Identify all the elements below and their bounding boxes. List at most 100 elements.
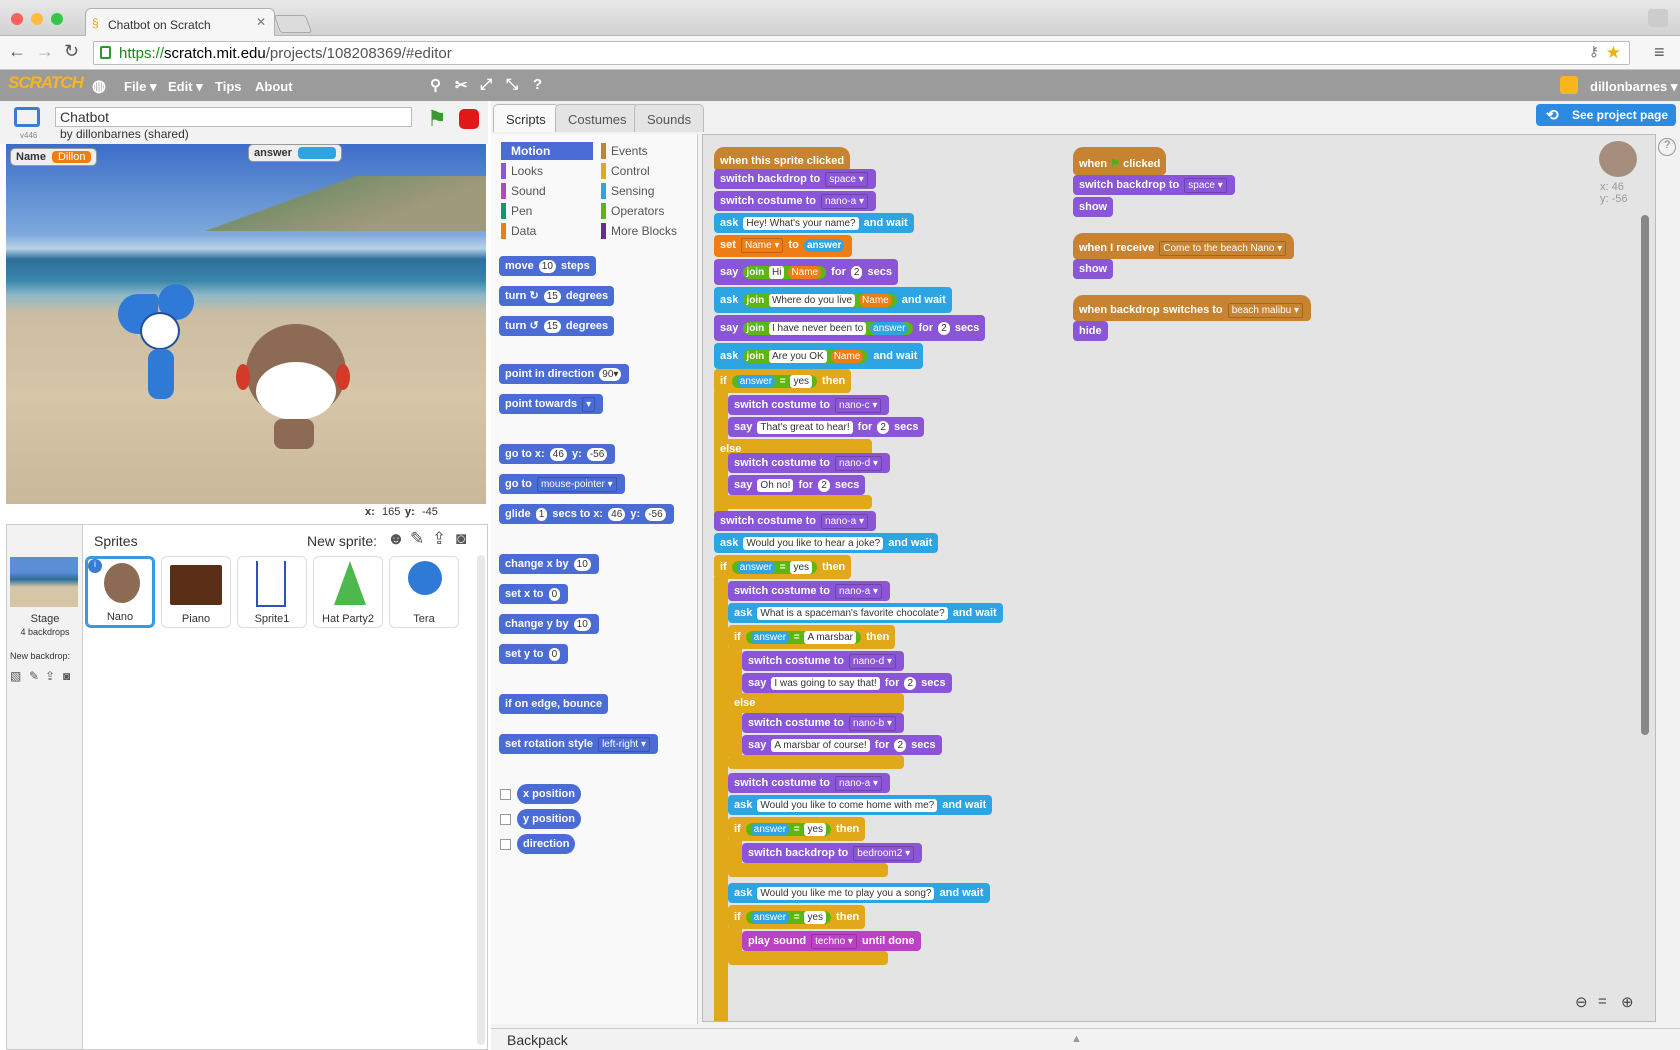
- tips-menu[interactable]: Tips: [215, 79, 242, 94]
- block-ask[interactable]: ask What is a spaceman's favorite chocol…: [728, 603, 1003, 623]
- close-tab-icon[interactable]: ✕: [256, 15, 266, 29]
- about-menu[interactable]: About: [255, 79, 293, 94]
- cut-icon[interactable]: ✂: [455, 76, 468, 94]
- block-say-join[interactable]: say join Hi Name for 2 secs: [714, 259, 898, 285]
- block-switch-backdrop[interactable]: switch backdrop to space ▾: [714, 169, 876, 189]
- block-switch-costume[interactable]: switch costume to nano-a ▾: [714, 191, 876, 211]
- paint-backdrop-icon[interactable]: ✎: [29, 669, 39, 683]
- key-icon[interactable]: ⚷: [1589, 43, 1599, 60]
- category-more-blocks[interactable]: More Blocks: [601, 222, 693, 240]
- block-set-x[interactable]: set x to 0: [499, 584, 569, 604]
- project-title-input[interactable]: Chatbot: [55, 107, 412, 127]
- camera-sprite-icon[interactable]: ◙: [456, 529, 466, 549]
- forward-icon[interactable]: →: [36, 41, 54, 62]
- block-play-sound[interactable]: play sound techno ▾ until done: [742, 931, 921, 951]
- backdrop-library-icon[interactable]: ▧: [10, 669, 21, 683]
- stage-thumbnail[interactable]: [10, 557, 78, 607]
- zoom-reset-icon[interactable]: =: [1598, 993, 1607, 1010]
- script-canvas[interactable]: when this sprite clicked switch backdrop…: [702, 134, 1656, 1022]
- block-turn-left[interactable]: turn ↺ 15 degrees: [499, 316, 615, 336]
- block-set-y[interactable]: set y to 0: [499, 644, 569, 664]
- category-sound[interactable]: Sound: [501, 182, 593, 200]
- category-events[interactable]: Events: [601, 142, 693, 160]
- block-hide[interactable]: hide: [1073, 321, 1108, 341]
- scratch-logo[interactable]: SCRATCH: [8, 73, 84, 93]
- canvas-scrollbar[interactable]: [1641, 215, 1649, 735]
- reload-icon[interactable]: ↻: [64, 41, 79, 62]
- sprite-tile-nano[interactable]: i Nano: [85, 556, 155, 628]
- block-switch-costume[interactable]: switch costume to nano-b ▾: [742, 713, 904, 733]
- block-bounce[interactable]: if on edge, bounce: [499, 694, 609, 714]
- block-switch-costume[interactable]: switch costume to nano-a ▾: [714, 511, 876, 531]
- backpack[interactable]: Backpack ▲: [491, 1028, 1680, 1050]
- camera-backdrop-icon[interactable]: ◙: [63, 669, 70, 683]
- browser-tab[interactable]: § Chatbot on Scratch ✕: [85, 8, 275, 37]
- info-icon[interactable]: i: [88, 559, 102, 573]
- category-sensing[interactable]: Sensing: [601, 182, 693, 200]
- hat-when-sprite-clicked[interactable]: when this sprite clicked: [714, 147, 851, 171]
- category-data[interactable]: Data: [501, 222, 593, 240]
- block-if[interactable]: if answer = yes then: [728, 817, 866, 841]
- block-if[interactable]: if answer = yes then: [714, 555, 852, 579]
- block-switch-backdrop[interactable]: switch backdrop to bedroom2 ▾: [742, 843, 923, 863]
- block-say[interactable]: say Oh no! for 2 secs: [728, 475, 866, 495]
- profile-icon[interactable]: [1648, 9, 1668, 27]
- block-if[interactable]: if answer = yes then: [728, 905, 866, 929]
- upload-backdrop-icon[interactable]: ⇪: [45, 669, 55, 683]
- tab-sounds[interactable]: Sounds: [634, 104, 705, 132]
- zoom-in-icon[interactable]: ⊕: [1621, 993, 1634, 1011]
- backpack-expand-icon[interactable]: ▲: [1071, 1033, 1082, 1045]
- hat-when-flag-clicked[interactable]: when ⚑ clicked: [1073, 147, 1167, 175]
- block-say[interactable]: say A marsbar of course! for 2 secs: [742, 735, 942, 755]
- checkbox-x-position[interactable]: [500, 789, 511, 800]
- duplicate-icon[interactable]: ⚲: [430, 76, 441, 94]
- sprite-tile-tera[interactable]: Tera: [389, 556, 459, 628]
- sprite-library-icon[interactable]: ☻: [387, 529, 405, 549]
- block-show[interactable]: show: [1073, 197, 1114, 217]
- block-if-else[interactable]: if answer = yes then: [714, 369, 852, 393]
- tera-sprite[interactable]: [118, 284, 198, 399]
- block-rotation-style[interactable]: set rotation style left-right ▾: [499, 734, 658, 754]
- block-ask[interactable]: ask Would you like to hear a joke? and w…: [714, 533, 939, 553]
- checkbox-y-position[interactable]: [500, 814, 511, 825]
- sprite-tile-sprite1[interactable]: Sprite1: [237, 556, 307, 628]
- block-change-y[interactable]: change y by 10: [499, 614, 599, 634]
- nano-sprite[interactable]: [236, 324, 350, 449]
- tab-scripts[interactable]: Scripts: [493, 104, 559, 132]
- edit-menu[interactable]: Edit ▾: [168, 79, 203, 95]
- hat-when-i-receive[interactable]: when I receive Come to the beach Nano ▾: [1073, 233, 1295, 259]
- category-operators[interactable]: Operators: [601, 202, 693, 220]
- block-change-x[interactable]: change x by 10: [499, 554, 599, 574]
- block-switch-costume[interactable]: switch costume to nano-c ▾: [728, 395, 890, 415]
- shrink-icon[interactable]: ⤡: [506, 76, 518, 93]
- block-go-to-xy[interactable]: go to x: 46 y: -56: [499, 444, 616, 464]
- checkbox-direction[interactable]: [500, 839, 511, 850]
- upload-sprite-icon[interactable]: ⇪: [432, 529, 446, 549]
- paint-sprite-icon[interactable]: ✎: [410, 529, 424, 549]
- block-switch-costume[interactable]: switch costume to nano-d ▾: [728, 453, 890, 473]
- url-input[interactable]: https://scratch.mit.edu/projects/1082083…: [93, 41, 1630, 65]
- user-avatar[interactable]: [1560, 76, 1578, 94]
- block-say[interactable]: say I was going to say that! for 2 secs: [742, 673, 952, 693]
- block-y-position[interactable]: y position: [517, 809, 581, 829]
- zoom-out-icon[interactable]: ⊖: [1575, 993, 1588, 1011]
- block-ask-join[interactable]: ask join Are you OK Name and wait: [714, 343, 924, 369]
- back-icon[interactable]: ←: [8, 41, 26, 62]
- sprite-scrollbar[interactable]: [477, 555, 485, 1045]
- block-say-join[interactable]: say join I have never been to answer for …: [714, 315, 986, 341]
- block-say[interactable]: say That's great to hear! for 2 secs: [728, 417, 925, 437]
- block-go-to[interactable]: go to mouse-pointer ▾: [499, 474, 625, 494]
- category-looks[interactable]: Looks: [501, 162, 593, 180]
- see-project-page-button[interactable]: ⟲ See project page: [1536, 104, 1676, 126]
- block-show[interactable]: show: [1073, 259, 1114, 279]
- block-x-position[interactable]: x position: [517, 784, 581, 804]
- block-set-variable[interactable]: set Name ▾ to answer: [714, 235, 853, 257]
- name-monitor[interactable]: Name Dillon: [10, 148, 98, 166]
- category-motion[interactable]: Motion: [501, 142, 593, 160]
- block-switch-costume[interactable]: switch costume to nano-a ▾: [728, 581, 890, 601]
- green-flag-icon[interactable]: ⚑: [427, 106, 447, 132]
- block-turn-right[interactable]: turn ↻ 15 degrees: [499, 286, 615, 306]
- fullscreen-icon[interactable]: [14, 107, 40, 127]
- block-ask[interactable]: ask Would you like to come home with me?…: [728, 795, 993, 815]
- block-if-else[interactable]: if answer = A marsbar then: [728, 625, 896, 649]
